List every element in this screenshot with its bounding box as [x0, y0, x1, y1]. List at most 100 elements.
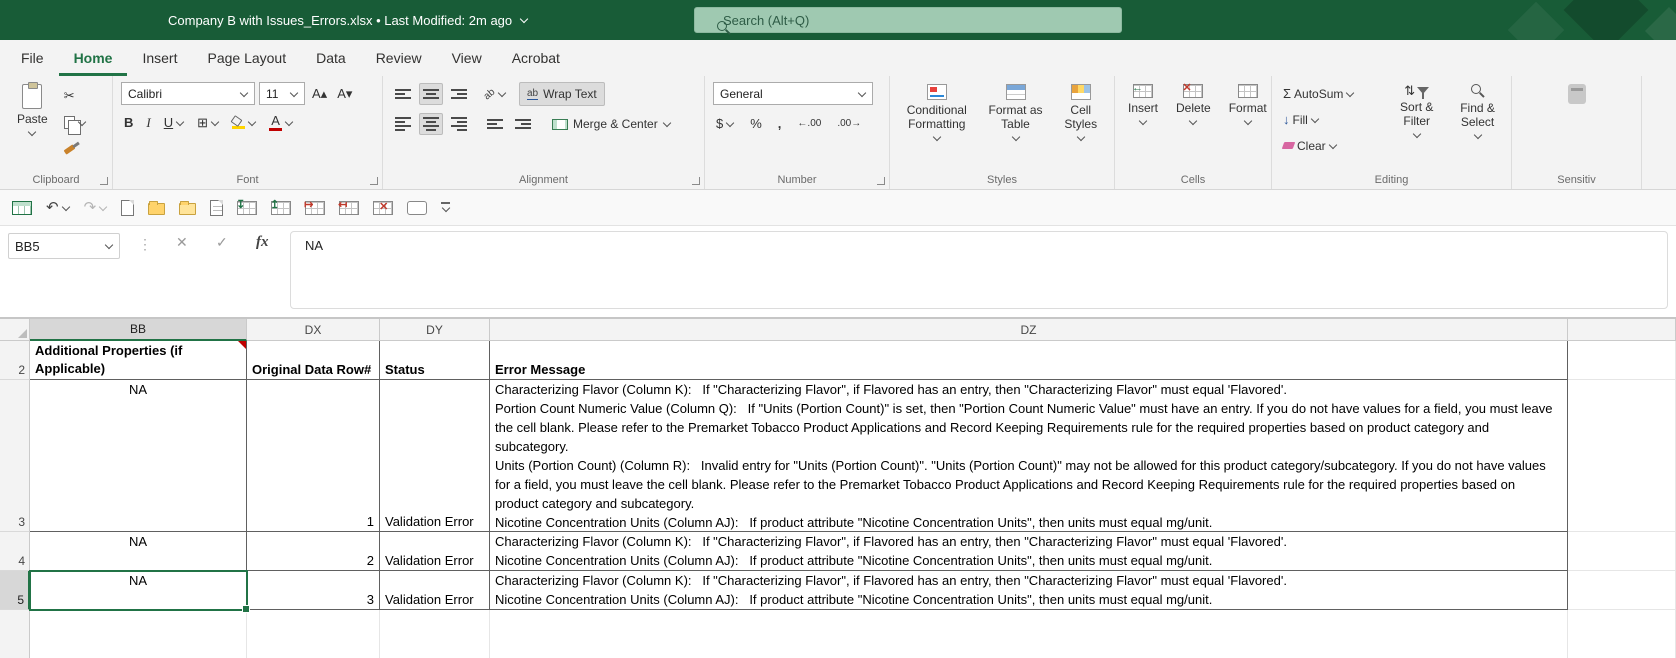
name-box[interactable]: BB5 — [8, 233, 120, 259]
toolbar-overflow-button[interactable] — [441, 202, 450, 213]
col-header-partial[interactable] — [1568, 319, 1676, 341]
print-preview-button[interactable] — [210, 200, 223, 216]
shrink-font-button[interactable]: A▾ — [334, 82, 355, 105]
conditional-formatting-button[interactable]: Conditional Formatting — [898, 82, 976, 144]
formula-input[interactable]: NA — [290, 231, 1668, 309]
tab-data[interactable]: Data — [301, 40, 361, 76]
font-dialog-launcher-icon[interactable] — [370, 177, 378, 185]
tab-view[interactable]: View — [437, 40, 497, 76]
cell-bb5-selected[interactable]: NA — [30, 571, 247, 610]
font-name-combo[interactable]: Calibri — [121, 82, 255, 105]
cell-empty[interactable] — [1568, 571, 1676, 610]
format-painter-button[interactable] — [61, 138, 89, 161]
cell-empty[interactable] — [380, 610, 490, 658]
cell-dx2[interactable]: Original Data Row# — [247, 341, 380, 380]
tab-home[interactable]: Home — [59, 40, 128, 76]
row-header-partial[interactable] — [0, 610, 30, 658]
sensitivity-button[interactable] — [1563, 82, 1591, 106]
number-format-combo[interactable]: General — [713, 82, 873, 105]
italic-button[interactable]: I — [143, 111, 153, 134]
decrease-indent-button[interactable] — [483, 113, 507, 135]
col-header-bb[interactable]: BB — [30, 319, 247, 341]
open-file-button[interactable] — [148, 200, 165, 215]
orientation-button[interactable]: ab — [483, 83, 507, 105]
cell-empty[interactable] — [247, 610, 380, 658]
format-cells-button[interactable]: Format — [1224, 82, 1272, 128]
cell-dz3[interactable]: Characterizing Flavor (Column K): If "Ch… — [490, 380, 1568, 532]
percent-style-button[interactable]: % — [747, 112, 765, 135]
cell-dy5[interactable]: Validation Error — [380, 571, 490, 610]
cell-styles-button[interactable]: Cell Styles — [1056, 82, 1107, 144]
sort-filter-button[interactable]: ⇅ Sort & Filter — [1389, 82, 1444, 141]
comment-button[interactable] — [407, 201, 427, 215]
align-middle-button[interactable] — [419, 83, 443, 105]
cut-button[interactable]: ✂ — [61, 84, 89, 107]
autosum-button[interactable]: ΣAutoSum — [1280, 82, 1381, 105]
increase-indent-button[interactable] — [511, 113, 535, 135]
merge-center-button[interactable]: Merge & Center — [545, 112, 678, 136]
insert-columns-button[interactable]: ↥ — [271, 201, 291, 215]
cell-dx3[interactable]: 1 — [247, 380, 380, 532]
col-header-dy[interactable]: DY — [380, 319, 490, 341]
find-select-button[interactable]: Find & Select — [1452, 82, 1503, 142]
redo-button[interactable]: ↷ — [84, 200, 108, 215]
cell-empty[interactable] — [1568, 380, 1676, 532]
enter-button[interactable]: ✓ — [216, 234, 228, 251]
align-top-button[interactable] — [391, 83, 415, 105]
align-bottom-button[interactable] — [447, 83, 471, 105]
select-all-corner[interactable] — [0, 319, 30, 341]
cell-bb3[interactable]: NA — [30, 380, 247, 532]
cell-empty[interactable] — [30, 610, 247, 658]
cell-bb4[interactable]: NA — [30, 532, 247, 571]
align-left-button[interactable] — [391, 113, 415, 135]
cell-dy2[interactable]: Status — [380, 341, 490, 380]
cell-dy3[interactable]: Validation Error — [380, 380, 490, 532]
align-right-button[interactable] — [447, 113, 471, 135]
format-as-table-button[interactable]: Format as Table — [984, 82, 1048, 144]
fill-color-button[interactable] — [229, 111, 259, 134]
cell-dz4[interactable]: Characterizing Flavor (Column K): If "Ch… — [490, 532, 1568, 571]
decrease-decimal-button[interactable]: .00→ — [834, 112, 864, 135]
row-header-2[interactable]: 2 — [0, 341, 30, 380]
delete-cells-button[interactable]: ✕ Delete — [1171, 82, 1216, 128]
clear-button[interactable]: Clear — [1280, 134, 1381, 157]
cell-dx4[interactable]: 2 — [247, 532, 380, 571]
row-header-4[interactable]: 4 — [0, 532, 30, 571]
delete-table-button[interactable]: ✕ — [373, 201, 393, 215]
delete-rows-button[interactable]: ↦ — [305, 201, 325, 215]
tab-page-layout[interactable]: Page Layout — [192, 40, 301, 76]
folder-button[interactable] — [179, 200, 196, 215]
comma-style-button[interactable]: , — [775, 112, 785, 135]
search-box[interactable]: Search (Alt+Q) — [694, 7, 1122, 33]
wrap-text-button[interactable]: ab Wrap Text — [519, 82, 605, 106]
undo-button[interactable]: ↶ — [46, 200, 70, 215]
borders-button[interactable]: ⊞ — [194, 111, 222, 134]
cell-dx5[interactable]: 3 — [247, 571, 380, 610]
tab-file[interactable]: File — [6, 40, 59, 76]
insert-cells-button[interactable]: ← Insert — [1123, 82, 1163, 128]
tab-acrobat[interactable]: Acrobat — [497, 40, 575, 76]
tab-insert[interactable]: Insert — [127, 40, 192, 76]
cell-empty[interactable] — [1568, 610, 1676, 658]
fill-button[interactable]: ↓Fill — [1280, 108, 1381, 131]
grow-font-button[interactable]: A▴ — [309, 82, 330, 105]
accounting-format-button[interactable]: $ — [713, 112, 737, 135]
name-box-resizer[interactable]: ⋮ — [138, 236, 152, 253]
cell-empty[interactable] — [1568, 532, 1676, 571]
delete-columns-button[interactable]: ↤ — [339, 201, 359, 215]
align-center-button[interactable] — [419, 113, 443, 135]
clipboard-dialog-launcher-icon[interactable] — [100, 177, 108, 185]
paste-button[interactable]: Paste — [12, 82, 53, 139]
cell-dz5[interactable]: Characterizing Flavor (Column K): If "Ch… — [490, 571, 1568, 610]
number-dialog-launcher-icon[interactable] — [877, 177, 885, 185]
tab-review[interactable]: Review — [361, 40, 437, 76]
cell-dz2[interactable]: Error Message — [490, 341, 1568, 380]
bold-button[interactable]: B — [121, 111, 136, 134]
underline-button[interactable]: U — [161, 111, 187, 134]
row-header-5[interactable]: 5 — [0, 571, 30, 610]
copy-button[interactable] — [61, 111, 89, 134]
cell-bb2[interactable]: Additional Properties (if Applicable) — [30, 341, 247, 380]
cell-dy4[interactable]: Validation Error — [380, 532, 490, 571]
alignment-dialog-launcher-icon[interactable] — [692, 177, 700, 185]
cell-empty[interactable] — [490, 610, 1568, 658]
